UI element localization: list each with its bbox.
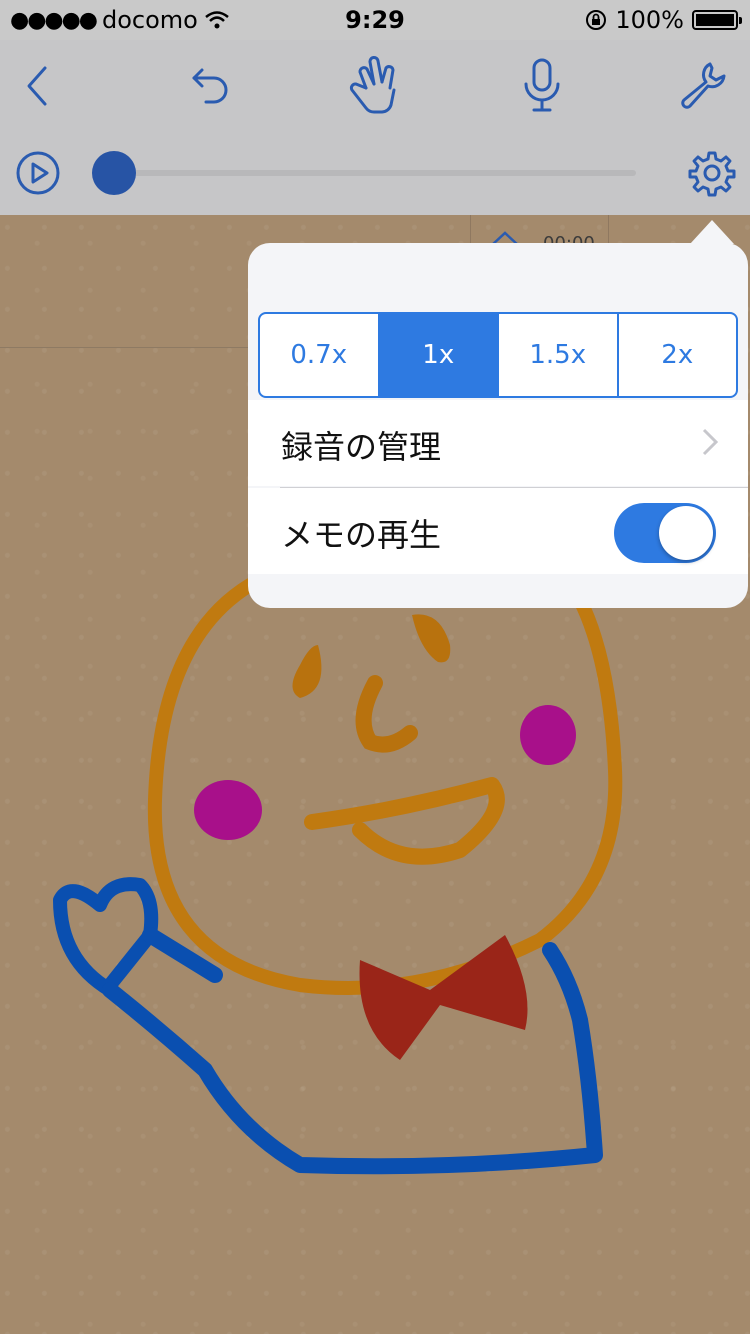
playback-scrubber[interactable]	[92, 151, 136, 195]
play-icon[interactable]	[14, 149, 62, 197]
speed-option-2x[interactable]: 2x	[619, 314, 737, 396]
hand-pointer-icon[interactable]	[344, 54, 404, 118]
toolbar	[0, 40, 750, 215]
memo-playback-row: メモの再生	[248, 488, 748, 574]
playback-progress-track[interactable]	[114, 170, 636, 176]
manage-recordings-row[interactable]: 録音の管理	[248, 400, 748, 486]
mouth	[304, 777, 505, 865]
orientation-lock-icon	[586, 10, 607, 30]
speed-option-1x[interactable]: 1x	[379, 314, 499, 396]
memo-playback-label: メモの再生	[281, 516, 442, 554]
cheek-right	[520, 705, 576, 765]
settings-popover: 0.7x 1x 1.5x 2x 録音の管理 メモの再生	[248, 243, 748, 608]
back-chevron-icon[interactable]	[14, 64, 58, 108]
manage-recordings-label: 録音の管理	[281, 428, 442, 466]
eye-left	[292, 645, 322, 698]
gear-icon[interactable]	[688, 149, 736, 197]
hand-outline	[53, 877, 159, 997]
speed-segmented-control: 0.7x 1x 1.5x 2x	[258, 312, 738, 398]
eye-right	[412, 614, 451, 663]
bow-tie	[359, 935, 528, 1060]
speed-option-0-7x[interactable]: 0.7x	[260, 314, 380, 396]
microphone-icon[interactable]	[520, 56, 564, 116]
speed-option-1-5x[interactable]: 1.5x	[499, 314, 619, 396]
toggle-knob	[659, 506, 713, 560]
popover-arrow	[690, 220, 734, 244]
memo-playback-toggle[interactable]	[614, 503, 716, 563]
cheek-left	[194, 780, 262, 840]
wrench-icon[interactable]	[678, 58, 730, 110]
status-bar: ●●●●● docomo 9:29 100%	[0, 0, 750, 40]
arm	[102, 927, 603, 1175]
battery-icon	[692, 10, 742, 30]
battery-percent: 100%	[615, 6, 684, 34]
undo-icon[interactable]	[186, 62, 234, 110]
chevron-right-icon	[702, 428, 718, 456]
nose	[355, 675, 418, 753]
status-right: 100%	[585, 6, 742, 34]
